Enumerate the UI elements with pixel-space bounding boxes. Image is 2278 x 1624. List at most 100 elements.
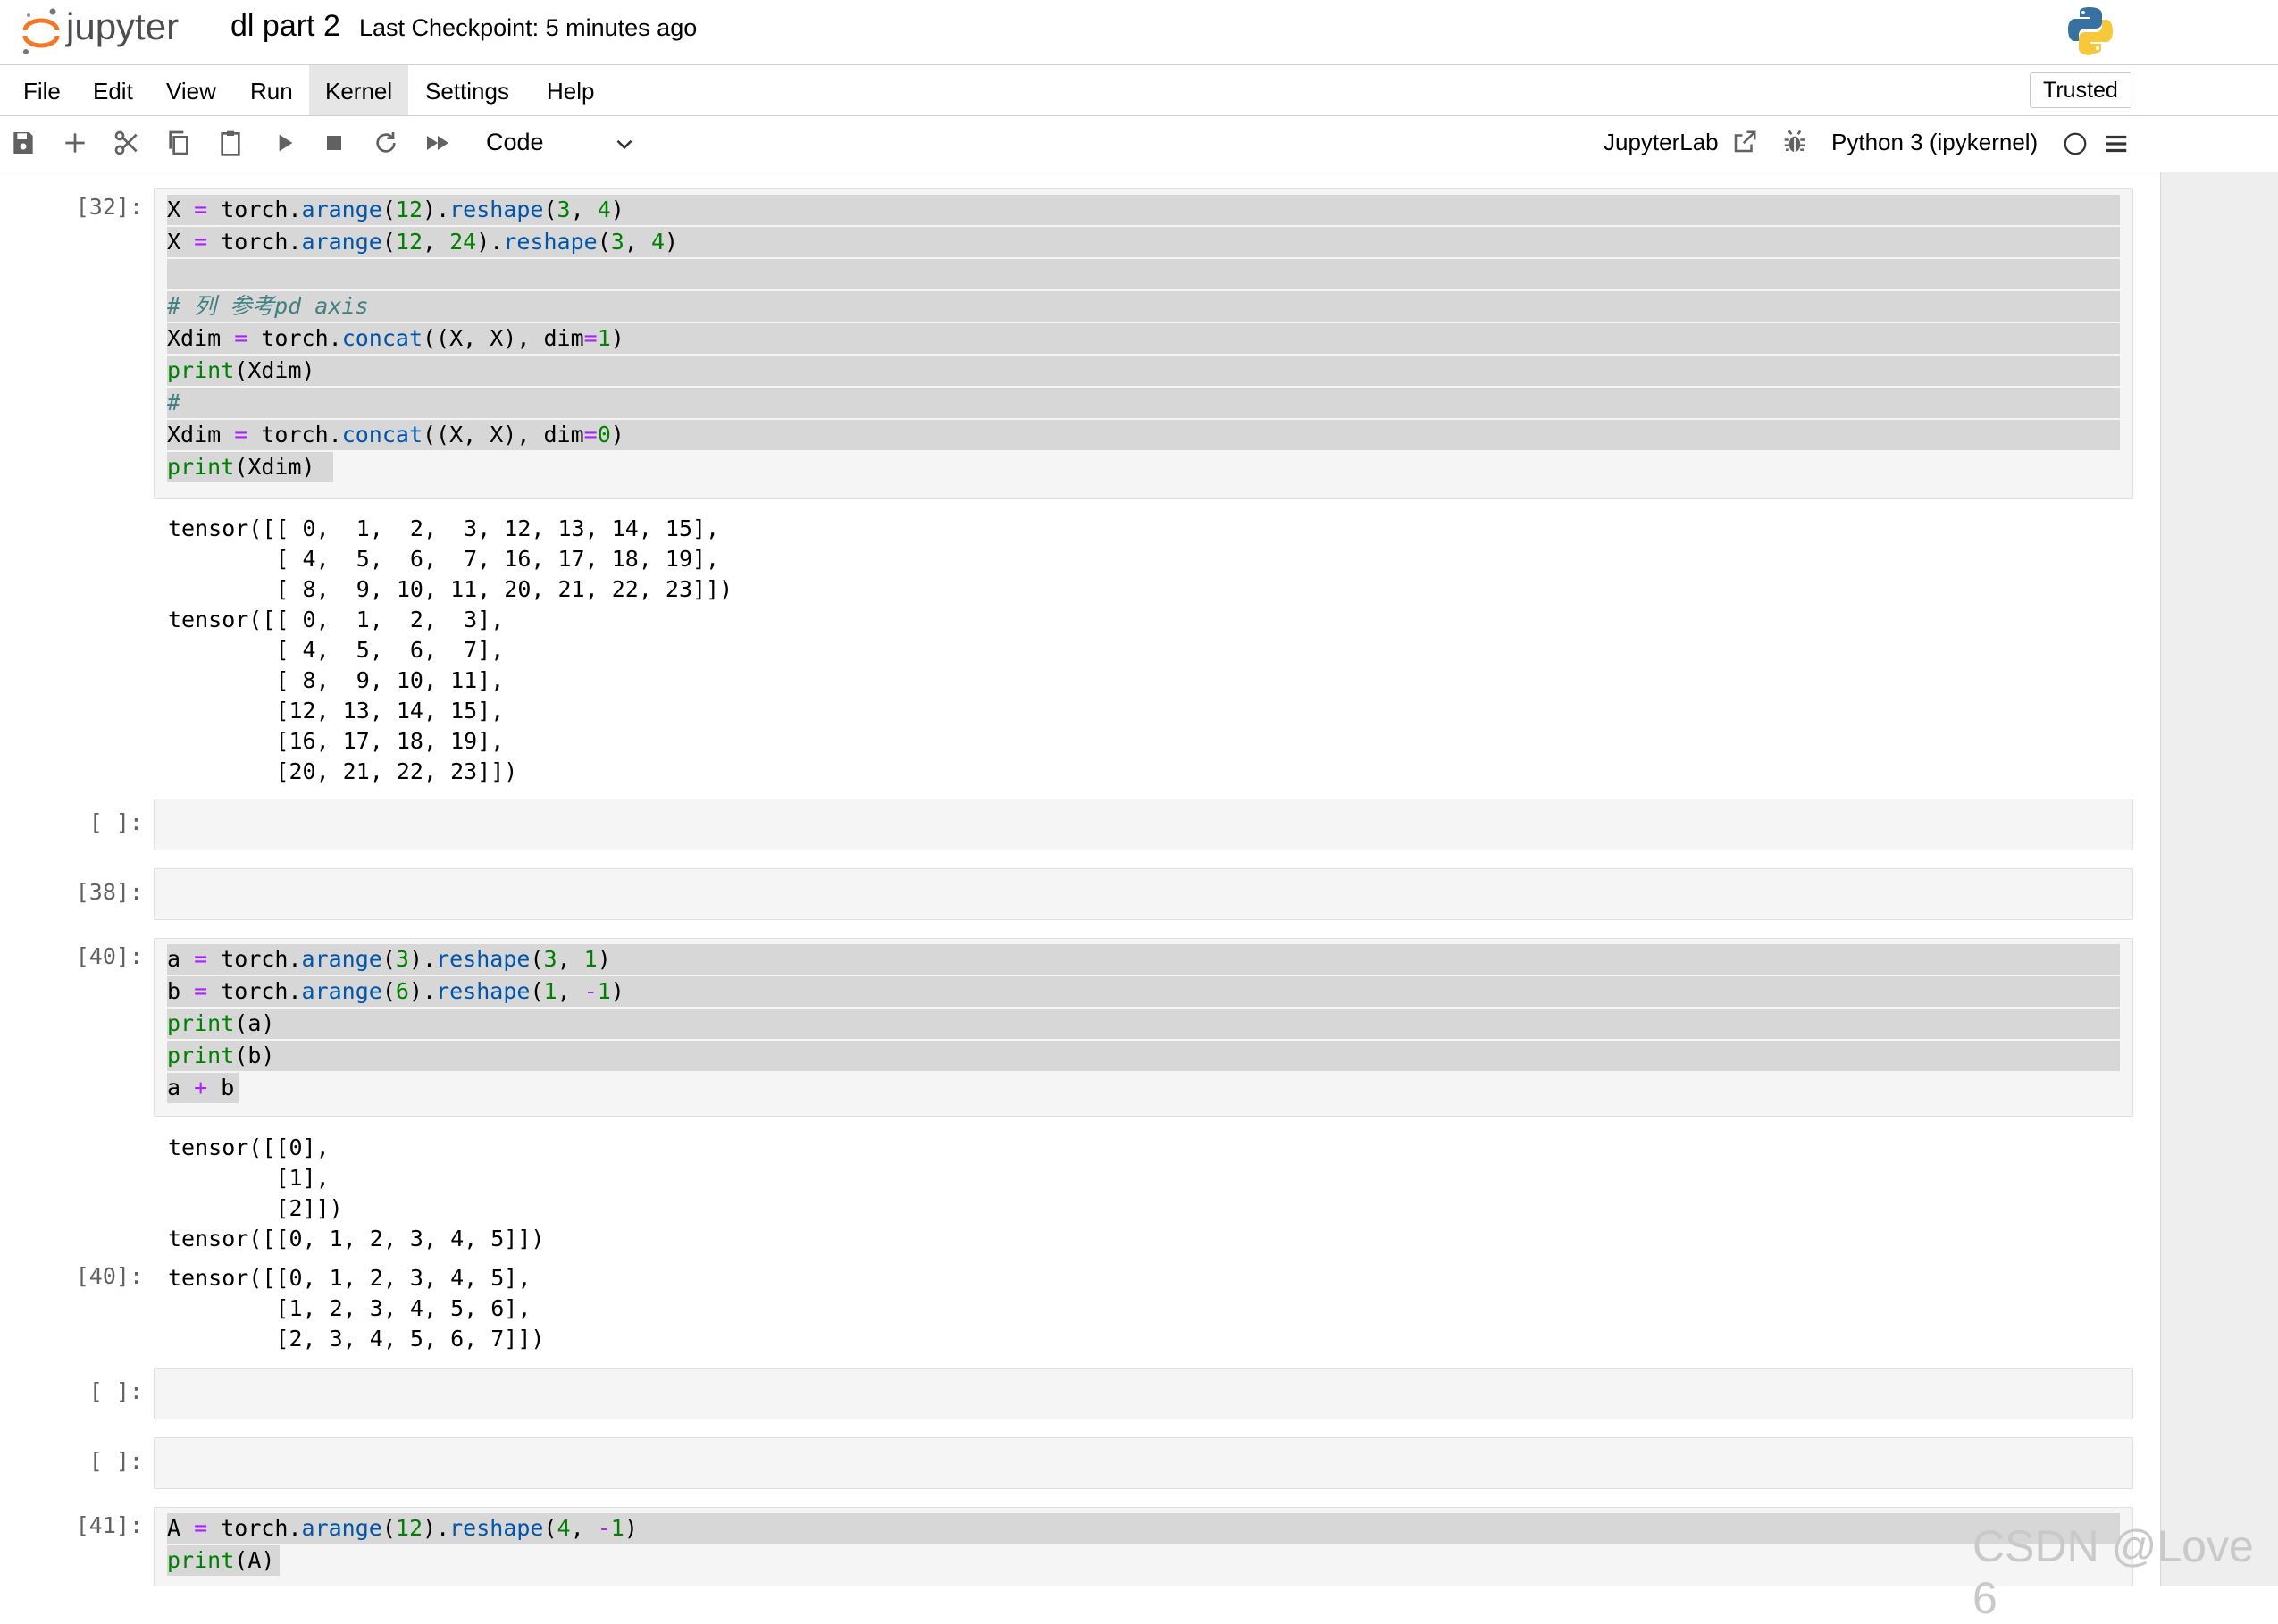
code-editor[interactable] [154,799,2133,850]
code-line [167,259,2120,289]
code-text: b = torch.arange(6).reshape(1, -1) [167,978,624,1004]
menu-help[interactable]: Help [531,65,610,115]
add-cell-button[interactable] [59,127,91,159]
input-prompt: [41]: [75,1512,143,1538]
output-line: tensor([[ 0, 1, 2, 3, 12, 13, 14, 15], [168,515,720,541]
cut-icon [114,130,138,155]
code-text: A = torch.arange(12).reshape(4, -1) [167,1515,638,1541]
kernel-status-icon [2064,132,2087,155]
right-scrollbar-area[interactable] [2160,172,2278,1586]
code-text: a + b [167,1075,235,1101]
menu-kernel[interactable]: Kernel [309,65,409,115]
code-editor[interactable] [154,1437,2133,1489]
copy-button[interactable] [163,127,195,159]
code-line: print(b) [167,1041,2120,1071]
restart-run-all-button[interactable] [422,127,454,159]
save-icon [13,132,33,154]
code-comment: # 列 参考pd axis [167,293,369,319]
code-editor[interactable] [154,868,2133,920]
input-prompt: [ ]: [88,1448,143,1474]
notebook-toolbar: Code JupyterLab Python 3 (ipykernel) [0,116,2278,172]
python-logo-icon [2068,7,2113,55]
last-checkpoint: Last Checkpoint: 5 minutes ago [359,14,698,41]
code-cell[interactable]: [38]: [0,868,2160,922]
input-prompt: [32]: [75,194,143,220]
code-line: # [167,388,2120,418]
cell-type-select[interactable]: Code [473,123,643,163]
code-line: X = torch.arange(12).reshape(3, 4) [167,195,2120,225]
output-line: tensor([[ 0, 1, 2, 3], [168,607,505,632]
output-line: [12, 13, 14, 15], [168,698,505,724]
code-line: # 列 参考pd axis [167,291,2120,322]
output-line: [ 8, 9, 10, 11], [168,667,505,693]
paste-icon [221,130,240,156]
save-button[interactable] [7,127,39,159]
menu-file[interactable]: File [7,65,77,115]
input-prompt: [ ]: [88,1378,143,1404]
code-line: print(A) [167,1545,280,1576]
code-line: a = torch.arange(3).reshape(3, 1) [167,944,2120,975]
code-text: print(b) [167,1042,275,1068]
menu-edit[interactable]: Edit [77,65,149,115]
watermark: CSDN @Love 6 [1972,1521,2254,1623]
output-line: [1], [168,1165,330,1191]
code-line: Xdim = torch.concat((X, X), dim=1) [167,323,2120,354]
jupyterlab-link[interactable]: JupyterLab [1604,129,1719,156]
fast-forward-icon [427,136,448,150]
output-line: tensor([[0], [168,1134,330,1160]
output-prompt: [40]: [75,1263,143,1289]
chevron-down-icon [616,139,632,150]
bug-icon[interactable] [1781,129,1808,155]
jupyter-wordmark: jupyter [64,5,179,47]
external-link-icon[interactable] [1731,129,1758,155]
code-cell[interactable]: [40]: a = torch.arange(3).reshape(3, 1) … [0,938,2160,1367]
code-text: Xdim = torch.concat((X, X), dim=0) [167,422,624,448]
stop-button[interactable] [318,127,350,159]
input-prompt: [38]: [75,879,143,905]
code-editor[interactable]: X = torch.arange(12).reshape(3, 4) X = t… [154,188,2133,499]
menu-icon[interactable] [2103,130,2130,157]
code-line: print(Xdim) [167,356,2120,386]
run-icon [279,134,293,152]
output-line: [ 4, 5, 6, 7], [168,637,505,663]
cut-button[interactable] [111,127,143,159]
trusted-indicator[interactable]: Trusted [2030,72,2131,108]
restart-button[interactable] [370,127,402,159]
run-button[interactable] [268,127,300,159]
code-cell[interactable]: [ ]: [0,1437,2160,1491]
input-prompt: [ ]: [88,809,143,835]
notebook-panel[interactable]: [32]: X = torch.arange(12).reshape(3, 4)… [0,172,2160,1586]
output-line: [2, 3, 4, 5, 6, 7]]) [168,1326,545,1352]
input-prompt: [40]: [75,943,143,969]
code-cell[interactable]: [ ]: [0,1368,2160,1421]
code-line: print(a) [167,1009,2120,1039]
output-line: [2]]) [168,1195,343,1221]
code-text: print(A) [167,1547,275,1573]
code-comment: # [167,389,181,415]
menu-view[interactable]: View [150,65,232,115]
code-editor[interactable]: A = torch.arange(12).reshape(4, -1) prin… [154,1507,2133,1586]
add-icon [65,133,85,153]
code-cell[interactable]: [ ]: [0,799,2160,852]
code-line: b = torch.arange(6).reshape(1, -1) [167,976,2120,1007]
menu-settings[interactable]: Settings [409,65,525,115]
code-text: print(Xdim) [167,357,315,383]
copy-icon [169,130,188,155]
menu-run[interactable]: Run [234,65,309,115]
output-line: [16, 17, 18, 19], [168,728,505,754]
notebook-title[interactable]: dl part 2 [230,9,340,44]
code-cell[interactable]: [32]: X = torch.arange(12).reshape(3, 4)… [0,188,2160,814]
stop-icon [327,136,341,150]
notebook-header: jupyter dl part 2 Last Checkpoint: 5 min… [0,0,2278,65]
jupyter-logo[interactable]: jupyter [20,4,216,59]
code-cell[interactable]: [41]: A = torch.arange(12).reshape(4, -1… [0,1507,2160,1586]
code-editor[interactable]: a = torch.arange(3).reshape(3, 1) b = to… [154,938,2133,1117]
code-editor[interactable] [154,1368,2133,1419]
code-line: print(Xdim) [167,452,333,482]
code-text: print(a) [167,1010,275,1036]
code-text: X = torch.arange(12).reshape(3, 4) [167,197,624,222]
kernel-name[interactable]: Python 3 (ipykernel) [1831,129,2038,156]
paste-button[interactable] [214,127,247,159]
code-text: X = torch.arange(12, 24).reshape(3, 4) [167,229,679,255]
code-line: a + b [167,1073,239,1103]
